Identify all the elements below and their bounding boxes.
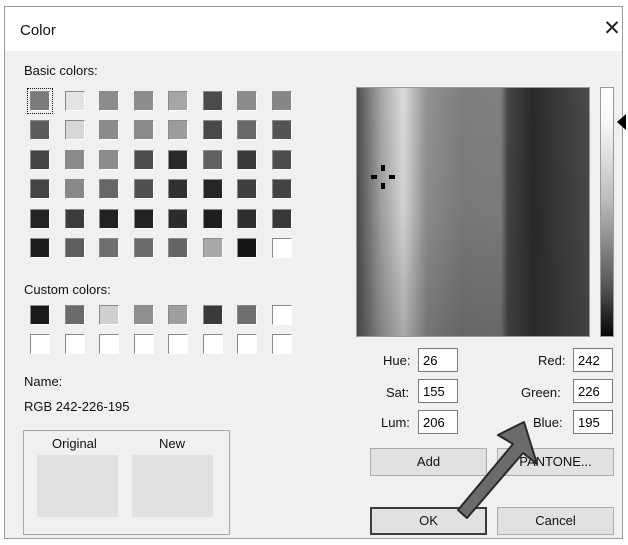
custom-color-swatch[interactable] — [99, 334, 119, 355]
custom-color-swatch[interactable] — [237, 305, 257, 325]
custom-color-swatch[interactable] — [30, 305, 50, 325]
dialog-title: Color — [20, 22, 56, 39]
hue-label: Hue: — [383, 353, 411, 368]
basic-color-swatch[interactable] — [202, 91, 223, 111]
basic-color-swatch[interactable] — [168, 179, 188, 200]
basic-color-swatch[interactable] — [237, 120, 257, 141]
sat-field[interactable] — [418, 379, 458, 403]
custom-colors-label: Custom colors: — [24, 282, 111, 297]
basic-color-swatch[interactable] — [202, 149, 223, 170]
basic-color-swatch[interactable] — [168, 91, 188, 111]
basic-color-swatch[interactable] — [237, 238, 257, 258]
hue-field[interactable] — [418, 348, 458, 372]
blue-field[interactable] — [573, 410, 613, 434]
basic-color-swatch[interactable] — [133, 149, 154, 170]
basic-colors-label: Basic colors: — [24, 63, 98, 78]
basic-color-swatch[interactable] — [237, 91, 257, 111]
basic-color-swatch[interactable] — [168, 238, 188, 258]
crosshair-icon — [371, 165, 395, 189]
basic-color-swatch[interactable] — [64, 238, 85, 258]
spectrum-shade — [357, 88, 589, 336]
basic-color-swatch[interactable] — [64, 179, 85, 200]
basic-color-swatch[interactable] — [271, 208, 292, 229]
basic-color-swatch[interactable] — [271, 149, 292, 170]
custom-color-swatch[interactable] — [64, 305, 85, 325]
basic-color-swatch[interactable] — [168, 208, 188, 229]
basic-color-swatch[interactable] — [271, 91, 292, 111]
red-field[interactable] — [573, 348, 613, 372]
basic-color-swatch[interactable] — [30, 179, 50, 200]
green-label: Green: — [521, 385, 561, 400]
basic-color-swatch[interactable] — [202, 179, 223, 200]
basic-color-swatch[interactable] — [168, 149, 188, 170]
basic-color-swatch[interactable] — [30, 120, 50, 141]
basic-color-swatch[interactable] — [271, 238, 292, 258]
basic-color-swatch[interactable] — [271, 179, 292, 200]
custom-color-swatch[interactable] — [99, 305, 119, 325]
basic-color-swatch[interactable] — [30, 238, 50, 258]
custom-color-swatch[interactable] — [168, 305, 188, 325]
basic-color-swatch[interactable] — [202, 120, 223, 141]
new-color-swatch — [132, 455, 213, 517]
basic-color-swatch[interactable] — [64, 208, 85, 229]
custom-color-swatch[interactable] — [133, 305, 154, 325]
new-label: New — [159, 436, 186, 451]
original-color-swatch — [37, 455, 118, 517]
luminosity-slider-arrow-icon[interactable] — [617, 114, 626, 130]
basic-color-swatch[interactable] — [271, 120, 292, 141]
custom-color-swatch[interactable] — [271, 305, 292, 325]
basic-color-swatch[interactable] — [27, 88, 53, 114]
basic-color-swatch[interactable] — [168, 120, 188, 141]
original-label: Original — [52, 436, 97, 451]
basic-color-swatch[interactable] — [202, 238, 223, 258]
basic-color-swatch[interactable] — [30, 208, 50, 229]
custom-color-swatch[interactable] — [30, 334, 50, 355]
basic-color-swatch[interactable] — [237, 179, 257, 200]
luminosity-bar[interactable] — [600, 87, 614, 337]
basic-color-swatch[interactable] — [237, 208, 257, 229]
basic-color-swatch[interactable] — [99, 208, 119, 229]
basic-color-swatch[interactable] — [64, 91, 85, 111]
custom-color-swatch[interactable] — [271, 334, 292, 355]
basic-color-swatch[interactable] — [30, 149, 50, 170]
basic-color-swatch[interactable] — [133, 120, 154, 141]
basic-color-swatch[interactable] — [237, 149, 257, 170]
basic-color-swatch[interactable] — [133, 179, 154, 200]
close-icon[interactable]: ✕ — [601, 18, 623, 40]
basic-color-swatch[interactable] — [99, 238, 119, 258]
custom-color-swatch[interactable] — [133, 334, 154, 355]
custom-color-swatch[interactable] — [168, 334, 188, 355]
name-label: Name: — [24, 374, 63, 389]
basic-color-swatch[interactable] — [133, 91, 154, 111]
sat-label: Sat: — [386, 385, 410, 400]
title-bar — [5, 7, 622, 51]
red-label: Red: — [538, 353, 566, 368]
basic-color-swatch[interactable] — [99, 179, 119, 200]
basic-color-swatch[interactable] — [133, 208, 154, 229]
custom-color-swatch[interactable] — [202, 334, 223, 355]
custom-color-swatch[interactable] — [237, 334, 257, 355]
annotation-arrow-icon — [457, 421, 538, 519]
basic-color-swatch[interactable] — [99, 91, 119, 111]
basic-color-swatch[interactable] — [202, 208, 223, 229]
basic-color-swatch[interactable] — [133, 238, 154, 258]
basic-color-swatch[interactable] — [64, 149, 85, 170]
basic-color-swatch[interactable] — [99, 120, 119, 141]
lum-label: Lum: — [381, 415, 410, 430]
green-field[interactable] — [573, 379, 613, 403]
custom-color-swatch[interactable] — [202, 305, 223, 325]
color-spectrum[interactable] — [356, 87, 590, 337]
basic-color-swatch[interactable] — [99, 149, 119, 170]
basic-color-swatch[interactable] — [64, 120, 85, 141]
name-value: RGB 242-226-195 — [24, 399, 130, 414]
custom-color-swatch[interactable] — [64, 334, 85, 355]
